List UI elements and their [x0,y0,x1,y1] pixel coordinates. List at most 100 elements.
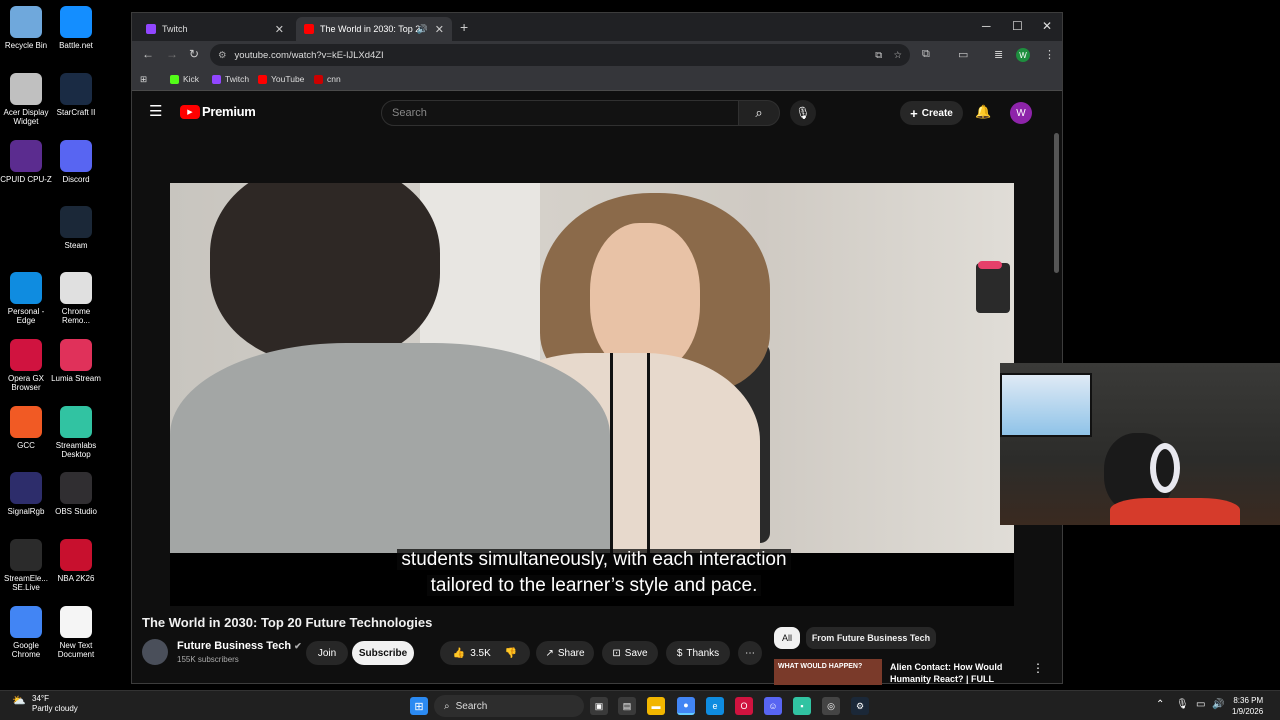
desktop-icon-label: New Text Document [57,641,95,659]
recommended-more-icon[interactable]: ⋮ [1032,661,1044,675]
desktop-icon[interactable]: Chrome Remo... [50,272,102,325]
weather-desc: Partly cloudy [32,704,78,713]
desktop-icon[interactable]: Battle.net [50,6,102,50]
more-actions-button[interactable]: ⋯ [738,641,762,665]
forward-button[interactable]: → [166,47,178,61]
save-button[interactable]: ⊡ Save [602,641,658,665]
bookmark-youtube[interactable]: YouTube [258,74,304,84]
close-tab-icon[interactable]: ✕ [275,23,284,36]
chip-from-channel[interactable]: From Future Business Tech [806,627,936,649]
chip-all[interactable]: All [774,627,800,649]
close-window-button[interactable]: ✕ [1042,19,1052,33]
notifications-bell-icon[interactable]: 🔔 [975,104,991,120]
desktop-icon[interactable]: Google Chrome [0,606,52,659]
extensions-icon[interactable]: ⧉ [922,48,930,61]
menu-kebab-icon[interactable]: ⋮ [1044,48,1055,61]
desktop-icon-label: Steam [64,241,88,250]
account-avatar[interactable]: W [1010,102,1032,124]
tray-chevron-icon[interactable]: ⌃ [1156,699,1164,710]
file-explorer-icon[interactable]: ▬ [647,697,665,715]
bookmark-kick[interactable]: Kick [170,74,199,84]
thanks-button[interactable]: $ Thanks [666,641,730,665]
audio-playing-icon[interactable]: 🔊 [417,24,428,35]
taskbar-search-label: Search [455,700,488,712]
desktop-icon-label: Streamlabs Desktop [55,441,97,459]
discord-taskbar-icon[interactable]: ☺ [764,697,782,715]
weather-widget[interactable]: ⛅ 34°F Partly cloudy [12,694,78,714]
tab-search-icon[interactable]: ≣ [994,48,1003,61]
streamlabs-taskbar-icon[interactable]: ▪ [793,697,811,715]
desktop-icon[interactable]: StreamEle... SE.Live [0,539,52,592]
desktop-icon[interactable]: Recycle Bin [0,6,52,50]
edge-taskbar-icon[interactable]: e [706,697,724,715]
close-tab-icon[interactable]: ✕ [435,23,444,36]
apps-grid-icon[interactable]: ⊞ [140,74,147,85]
scrollbar[interactable] [1054,133,1059,273]
desktop-icon[interactable]: Acer Display Widget [0,73,52,126]
chrome-taskbar-icon[interactable]: ● [677,697,695,715]
microphone-tray-icon[interactable]: 🎙 [1176,699,1189,710]
search-button[interactable]: ⌕ [738,100,780,126]
steam-taskbar-icon[interactable]: ⚙ [851,697,869,715]
hamburger-menu-icon[interactable]: ☰ [149,102,162,120]
new-tab-button[interactable]: + [460,19,468,35]
obs-taskbar-icon[interactable]: ◎ [822,697,840,715]
desktop-icon[interactable]: SignalRgb [0,472,52,516]
desktop-icon[interactable]: Streamlabs Desktop [50,406,102,459]
bookmark-star-icon[interactable]: ☆ [893,50,902,61]
desktop-icon[interactable]: Steam [50,206,102,250]
desktop-icon[interactable]: NBA 2K26 [50,539,102,583]
app-icon [60,73,92,105]
tab-twitch[interactable]: Twitch ✕ [138,17,292,41]
bookmark-twitch[interactable]: Twitch [212,74,249,84]
desktop-icon[interactable]: Discord [50,140,102,184]
desktop-icon[interactable]: New Text Document [50,606,102,659]
dislike-button[interactable]: 👎 [505,648,517,659]
create-button[interactable]: + Create [900,101,963,125]
desktop-icon[interactable]: GCC [0,406,52,450]
bookmark-cnn[interactable]: cnn [314,74,341,84]
channel-name[interactable]: Future Business Tech ✔ [177,640,302,652]
share-button[interactable]: ↗ Share [536,641,594,665]
video-frame [170,183,1014,553]
desktop-icon-label: Opera GX Browser [7,374,44,392]
tab-youtube-video[interactable]: The World in 2030: Top 20 | 🔊 ✕ [296,17,452,41]
taskbar-search[interactable]: ⌕ Search [434,695,584,717]
maximize-button[interactable]: ☐ [1012,19,1023,33]
thanks-icon: $ [676,647,683,659]
desktop-icon[interactable]: CPUID CPU-Z [0,140,52,184]
desktop-icon[interactable]: Personal - Edge [0,272,52,325]
reload-button[interactable]: ↻ [189,47,199,61]
minimize-button[interactable]: ─ [982,19,991,33]
widgets-icon[interactable]: ▤ [618,697,636,715]
site-info-icon[interactable]: ⚙ [218,50,227,61]
subscribe-button[interactable]: Subscribe [352,641,414,665]
network-tray-icon[interactable]: ▭ [1196,699,1205,710]
start-windows-icon[interactable]: ⊞ [410,697,428,715]
voice-search-button[interactable]: 🎙 [790,100,816,126]
desktop-icon[interactable]: OBS Studio [50,472,102,516]
create-label: Create [921,107,953,119]
recommended-title[interactable]: Alien Contact: How Would Humanity React?… [890,661,1020,685]
volume-tray-icon[interactable]: 🔊 [1212,699,1224,710]
url-text: youtube.com/watch?v=kE-lJLXd4ZI [234,49,384,61]
channel-avatar[interactable] [142,639,168,665]
address-bar[interactable]: ⚙ youtube.com/watch?v=kE-lJLXd4ZI ⧉ ☆ [210,44,910,66]
desktop-icon[interactable]: StarCraft II [50,73,102,117]
join-button[interactable]: Join [306,641,348,665]
profile-avatar[interactable]: W [1016,48,1030,62]
opera-gx-taskbar-icon[interactable]: O [735,697,753,715]
like-button[interactable]: 👍 3.5K [453,648,491,659]
back-button[interactable]: ← [142,47,154,61]
search-input[interactable]: Search [381,100,739,126]
sidebar-icon[interactable]: ▭ [958,48,968,61]
desktop-icon[interactable]: Opera GX Browser [0,339,52,392]
install-app-icon[interactable]: ⧉ [875,50,882,61]
task-view-icon[interactable]: ▣ [590,697,608,715]
recommended-thumbnail[interactable]: WHAT WOULD HAPPEN? [774,659,882,685]
channel-name-text: Future Business Tech [177,640,292,652]
desktop-icon[interactable]: Lumia Stream [50,339,102,383]
clock[interactable]: 8:36 PM 1/9/2026 [1232,695,1263,717]
youtube-logo[interactable]: ▶ Premium [180,104,256,119]
video-player[interactable]: students simultaneously, with each inter… [170,183,1014,606]
